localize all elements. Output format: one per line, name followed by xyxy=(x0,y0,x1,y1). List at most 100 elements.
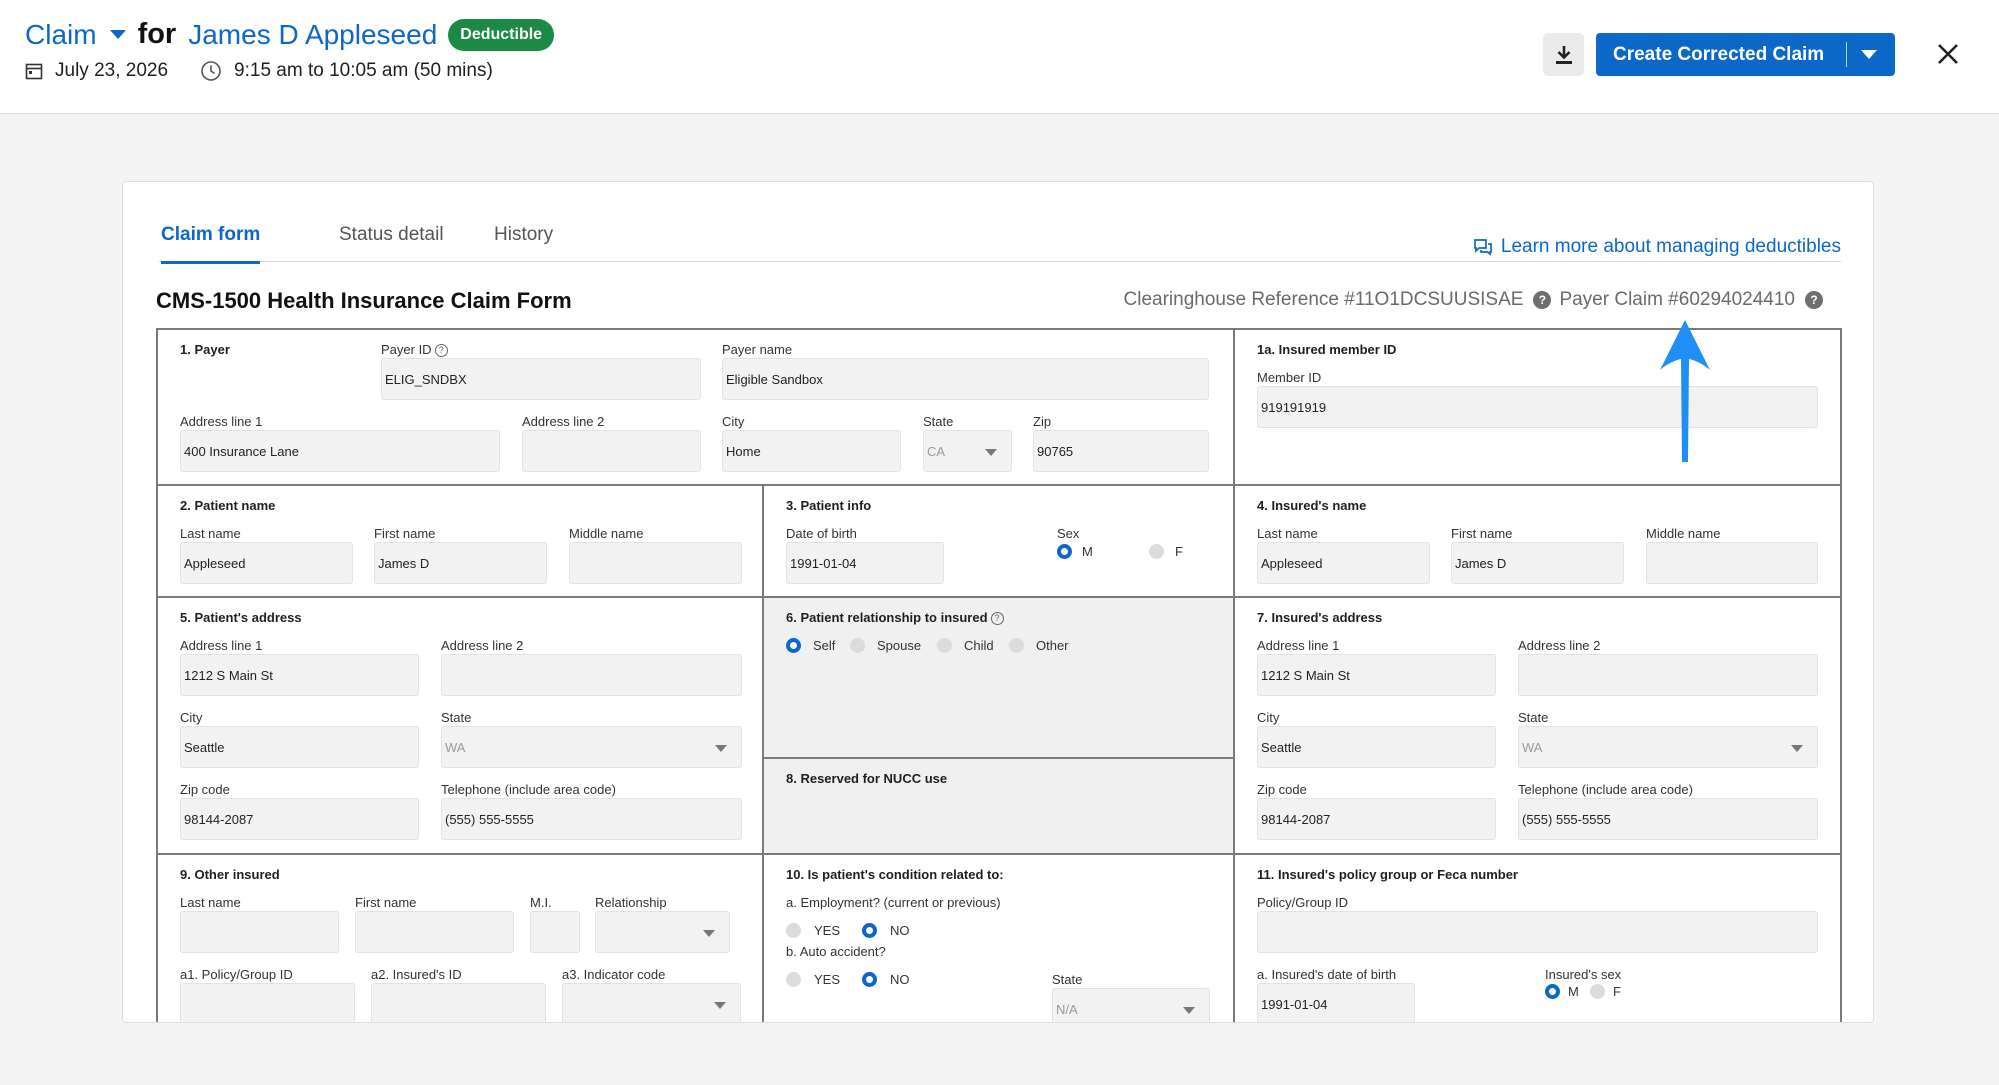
payer-city-input[interactable]: Home xyxy=(722,430,901,472)
accident-state-select[interactable]: N/A xyxy=(1052,988,1210,1022)
patient-phone-input[interactable]: (555) 555-5555 xyxy=(441,798,742,840)
payer-name-input[interactable]: Eligible Sandbox xyxy=(722,358,1209,400)
payer-address1-input[interactable]: 400 Insurance Lane xyxy=(180,430,500,472)
member-id-input[interactable]: 919191919 xyxy=(1257,386,1818,428)
tab-claim-form[interactable]: Claim form xyxy=(161,224,261,264)
field-label: Zip code xyxy=(180,782,230,797)
other-policy-group-input[interactable] xyxy=(180,983,355,1022)
payer-state-select[interactable]: CA xyxy=(923,430,1012,472)
insured-state-select[interactable]: WA xyxy=(1518,726,1818,768)
radio-label: Self xyxy=(813,638,836,653)
tab-history[interactable]: History xyxy=(494,224,553,246)
field-label: a. Employment? (current or previous) xyxy=(786,895,1001,910)
chevron-down-icon[interactable] xyxy=(109,30,126,39)
radio-label: Spouse xyxy=(877,638,922,653)
other-insured-id-input[interactable] xyxy=(371,983,546,1022)
patient-address2-input[interactable] xyxy=(441,654,742,696)
insured-sex-f-radio[interactable] xyxy=(1590,984,1605,999)
field-label: Insured's sex xyxy=(1545,967,1622,982)
patient-address1-input[interactable]: 1212 S Main St xyxy=(180,654,419,696)
other-mi-input[interactable] xyxy=(530,911,580,953)
patient-city-input[interactable]: Seattle xyxy=(180,726,419,768)
payer-address2-input[interactable] xyxy=(522,430,701,472)
insured-address1-input[interactable]: 1212 S Main St xyxy=(1257,654,1496,696)
cms1500-form: 1. Payer Payer ID? ELIG_SNDBX Payer name… xyxy=(156,328,1842,1022)
employment-no-radio[interactable] xyxy=(862,923,877,938)
field-label: Date of birth xyxy=(786,526,857,541)
section-title: 11. Insured's policy group or Feca numbe… xyxy=(1257,867,1518,882)
chat-icon xyxy=(1474,239,1492,256)
insured-address2-input[interactable] xyxy=(1518,654,1818,696)
section-title: 10. Is patient's condition related to: xyxy=(786,867,1004,882)
insured-first-name-input[interactable]: James D xyxy=(1451,542,1624,584)
close-icon[interactable] xyxy=(1934,40,1962,68)
field-label: Middle name xyxy=(1646,526,1721,541)
indicator-code-select[interactable] xyxy=(562,983,741,1022)
field-label: Address line 2 xyxy=(522,414,605,429)
patient-last-name-input[interactable]: Appleseed xyxy=(180,542,353,584)
payer-zip-input[interactable]: 90765 xyxy=(1033,430,1209,472)
create-corrected-claim-button[interactable]: Create Corrected Claim xyxy=(1596,33,1895,76)
other-last-name-input[interactable] xyxy=(180,911,339,953)
patient-name-link[interactable]: James D Appleseed xyxy=(188,19,437,51)
header-bar: Claim for James D Appleseed Deductible J… xyxy=(0,0,1999,114)
radio-label: YES xyxy=(814,972,841,987)
patient-middle-name-input[interactable] xyxy=(569,542,742,584)
other-first-name-input[interactable] xyxy=(355,911,514,953)
clock-icon xyxy=(201,61,221,81)
field-label: Address line 2 xyxy=(1518,638,1601,653)
insured-middle-name-input[interactable] xyxy=(1646,542,1818,584)
for-label: for xyxy=(137,18,177,50)
payer-id-input[interactable]: ELIG_SNDBX xyxy=(381,358,701,400)
radio-label: Child xyxy=(964,638,994,653)
sex-f-radio[interactable] xyxy=(1149,544,1164,559)
section-title: 3. Patient info xyxy=(786,498,872,513)
insured-phone-input[interactable]: (555) 555-5555 xyxy=(1518,798,1818,840)
field-label: State xyxy=(1518,710,1549,725)
auto-yes-radio[interactable] xyxy=(786,972,801,987)
info-icon[interactable]: ? xyxy=(990,612,1004,625)
relationship-self-radio[interactable] xyxy=(786,638,801,653)
insured-dob-input[interactable]: 1991-01-04 xyxy=(1257,983,1415,1022)
tab-status-detail[interactable]: Status detail xyxy=(339,224,444,246)
download-button[interactable] xyxy=(1543,33,1584,76)
insured-last-name-input[interactable]: Appleseed xyxy=(1257,542,1430,584)
create-corrected-claim-label: Create Corrected Claim xyxy=(1613,43,1825,65)
insured-zip-input[interactable]: 98144-2087 xyxy=(1257,798,1496,840)
claim-type-dropdown[interactable]: Claim xyxy=(25,19,97,51)
condition-section: 10. Is patient's condition related to: a… xyxy=(764,855,1235,1022)
insured-sex-m-radio[interactable] xyxy=(1545,984,1560,999)
relationship-spouse-radio[interactable] xyxy=(850,638,865,653)
relationship-section: 6. Patient relationship to insured? Self… xyxy=(764,598,1235,759)
insured-name-section: 4. Insured's name Last name Appleseed Fi… xyxy=(1235,486,1840,598)
relationship-other-radio[interactable] xyxy=(1009,638,1024,653)
radio-label: NO xyxy=(890,923,910,938)
other-insured-section: 9. Other insured Last name First name M.… xyxy=(158,855,764,1022)
patient-state-select[interactable]: WA xyxy=(441,726,742,768)
learn-more-link[interactable]: Learn more about managing deductibles xyxy=(1473,236,1841,258)
policy-group-input[interactable] xyxy=(1257,911,1818,953)
radio-label: NO xyxy=(890,972,910,987)
employment-yes-radio[interactable] xyxy=(786,923,801,938)
appointment-time: 9:15 am to 10:05 am (50 mins) xyxy=(234,60,493,81)
payer-claim-number: Payer Claim #60294024410 xyxy=(1559,289,1795,310)
patient-first-name-input[interactable]: James D xyxy=(374,542,547,584)
sex-m-radio[interactable] xyxy=(1057,544,1072,559)
insured-city-input[interactable]: Seattle xyxy=(1257,726,1496,768)
deductible-badge: Deductible xyxy=(448,18,555,51)
patient-info-section: 3. Patient info Date of birth 1991-01-04… xyxy=(764,486,1235,598)
field-label: City xyxy=(1257,710,1280,725)
help-icon[interactable]: ? xyxy=(1533,291,1552,309)
relationship-child-radio[interactable] xyxy=(937,638,952,653)
chevron-down-icon[interactable] xyxy=(1861,50,1877,59)
claim-references: Clearinghouse Reference #11O1DCSUUSISAE … xyxy=(1124,289,1831,311)
info-icon[interactable]: ? xyxy=(434,344,448,357)
section-title: 5. Patient's address xyxy=(180,610,302,625)
field-label: Zip code xyxy=(1257,782,1307,797)
auto-no-radio[interactable] xyxy=(862,972,877,987)
patient-zip-input[interactable]: 98144-2087 xyxy=(180,798,419,840)
field-label: First name xyxy=(355,895,417,910)
patient-dob-input[interactable]: 1991-01-04 xyxy=(786,542,944,584)
help-icon[interactable]: ? xyxy=(1805,291,1823,309)
other-relationship-select[interactable] xyxy=(595,911,730,953)
